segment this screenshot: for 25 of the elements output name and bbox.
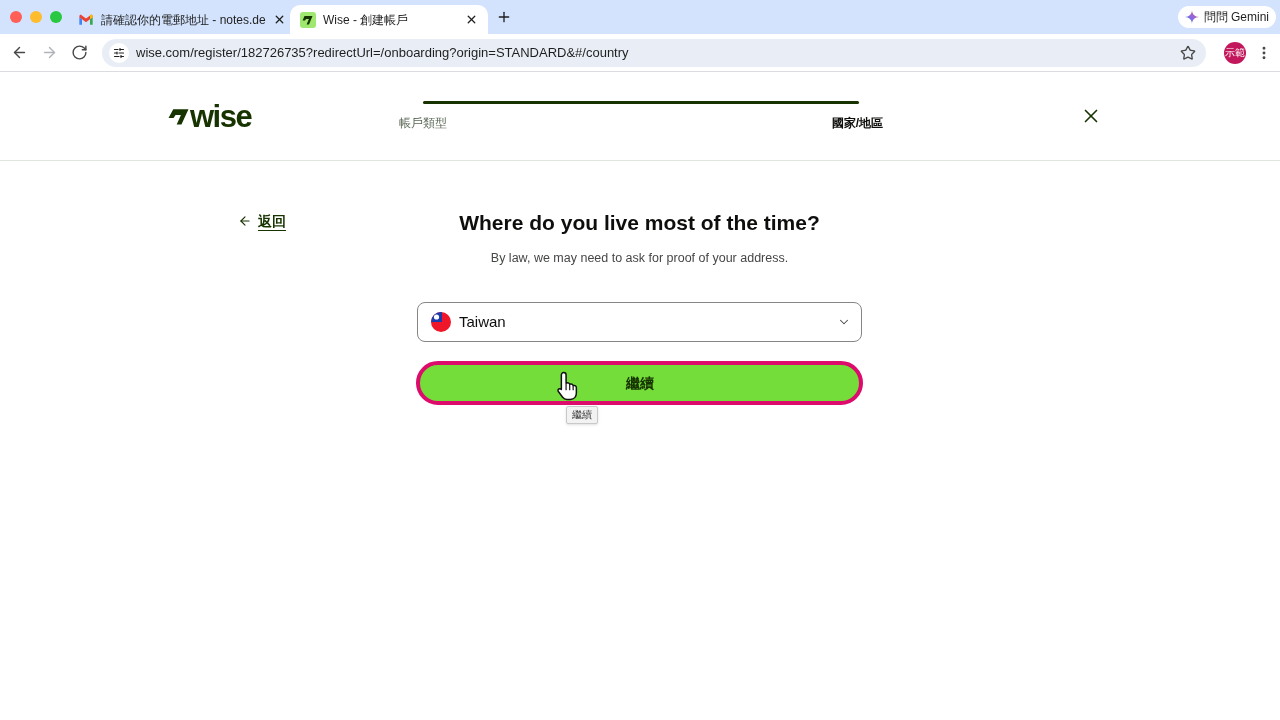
- page-subtitle: By law, we may need to ask for proof of your address.: [490, 250, 789, 266]
- gemini-button[interactable]: 問問 Gemini: [1177, 6, 1276, 28]
- page-title: Where do you live most of the time?: [459, 210, 820, 236]
- step-label: 國家/地區: [831, 116, 883, 131]
- new-tab-icon[interactable]: [496, 9, 512, 25]
- back-link[interactable]: 返回: [238, 211, 286, 231]
- profile-avatar[interactable]: 示範: [1224, 41, 1246, 64]
- site-info-icon[interactable]: [109, 42, 129, 63]
- continue-button[interactable]: 繼續: [416, 361, 863, 405]
- logo-mark-icon: [168, 107, 189, 125]
- hand-cursor-icon: [556, 371, 580, 401]
- step-label: 帳戶類型: [399, 116, 447, 131]
- address-bar[interactable]: wise.com/register/182726735?redirectUrl=/onboarding?origin=STANDARD&#/country: [102, 38, 1206, 67]
- url-text: wise.com/register/182726735?redirectUrl=/onboarding?origin=STANDARD&#/country: [136, 43, 629, 62]
- logo-icon: [300, 11, 316, 28]
- browser-tab[interactable]: Wise - 創建帳戶: [290, 5, 488, 34]
- close-icon[interactable]: [465, 13, 478, 26]
- tooltip: 繼續: [566, 406, 598, 424]
- mail-icon: [78, 13, 94, 26]
- flag-icon: [431, 312, 451, 332]
- reload-icon: [70, 44, 88, 61]
- browser-tab[interactable]: 請確認你的電郵地址 - notes.de: [68, 5, 290, 34]
- bookmark-star-icon[interactable]: [1180, 44, 1196, 61]
- logo-wordmark[interactable]: wise: [190, 100, 252, 132]
- country-select[interactable]: Taiwan: [417, 302, 862, 342]
